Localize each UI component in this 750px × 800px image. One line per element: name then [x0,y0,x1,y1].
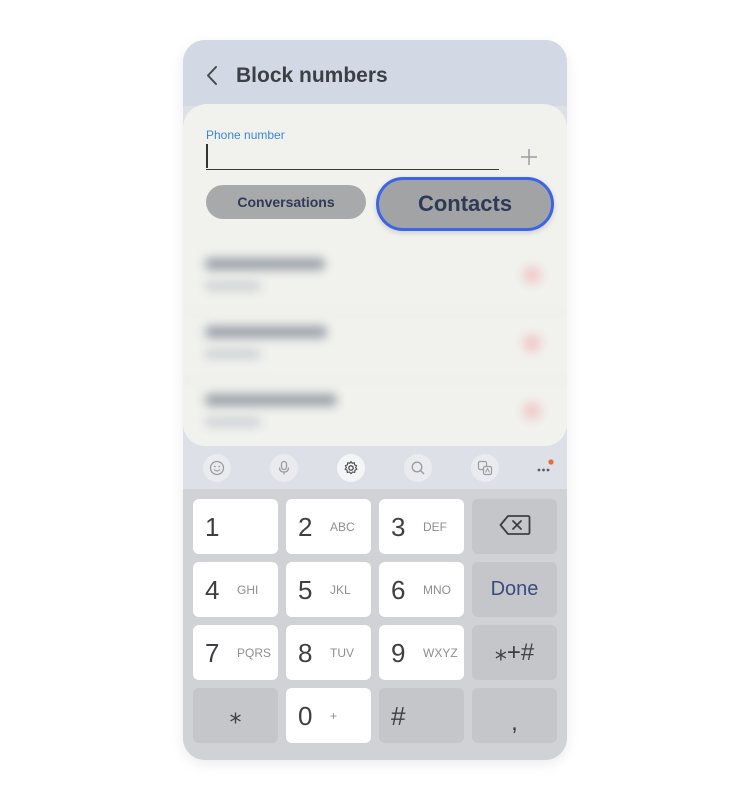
contacts-button[interactable]: Contacts [376,177,554,231]
numeric-keypad: 1 2 ABC 3 DEF 4 GHI 5 JKL 6 MNO Done 7 PQRS [183,489,567,760]
block-form-sheet: Phone number Conversations Contacts [183,104,567,446]
star-key[interactable]: ⁎ [193,688,278,743]
backspace-icon [499,514,531,539]
emoji-icon[interactable] [203,454,231,482]
list-item[interactable] [183,312,567,380]
translate-icon[interactable] [471,454,499,482]
more-icon[interactable] [535,458,555,478]
settings-icon[interactable] [337,454,365,482]
done-key[interactable]: Done [472,562,557,617]
key-0[interactable]: 0 + [286,688,371,743]
key-1[interactable]: 1 [193,499,278,554]
page-title: Block numbers [236,64,388,87]
key-7[interactable]: 7 PQRS [193,625,278,680]
key-9[interactable]: 9 WXYZ [379,625,464,680]
microphone-icon[interactable] [270,454,298,482]
phone-screen: Block numbers Phone number Conversations… [183,40,567,760]
conversations-button[interactable]: Conversations [206,185,366,219]
key-3[interactable]: 3 DEF [379,499,464,554]
plus-icon[interactable] [519,147,539,167]
header-bar: Block numbers [183,40,567,106]
search-icon[interactable] [404,454,432,482]
key-6[interactable]: 6 MNO [379,562,464,617]
keyboard-toolbar [183,448,567,488]
list-item[interactable] [183,380,567,448]
blocked-numbers-list [183,244,567,444]
phone-number-label: Phone number [206,128,285,142]
key-2[interactable]: 2 ABC [286,499,371,554]
symbols-key[interactable]: ⁎+# [472,625,557,680]
hash-key[interactable]: # [379,688,464,743]
key-4[interactable]: 4 GHI [193,562,278,617]
list-item[interactable] [183,244,567,312]
key-8[interactable]: 8 TUV [286,625,371,680]
comma-key[interactable]: , [472,688,557,743]
text-cursor [206,144,208,168]
back-arrow-icon[interactable] [203,64,223,88]
key-5[interactable]: 5 JKL [286,562,371,617]
phone-number-input[interactable] [206,144,499,170]
backspace-key[interactable] [472,499,557,554]
